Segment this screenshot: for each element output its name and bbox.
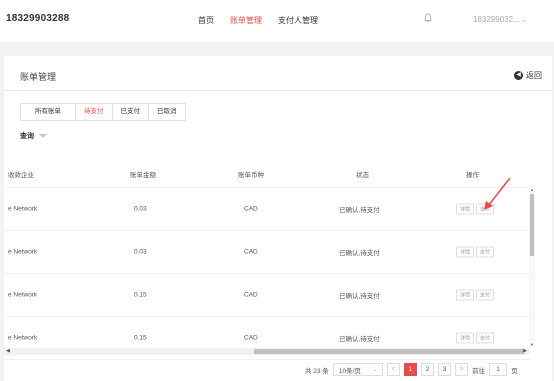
header-company: 收款企业 [8, 171, 34, 179]
horizontal-scroll-thumb[interactable] [254, 349, 524, 354]
total-count: 共 23 条 [305, 367, 329, 375]
cell-currency: CAD [244, 334, 258, 342]
goto-page-input[interactable]: 1 [489, 363, 508, 376]
table-row: e Network 0.03 CAD 已确认,待支付 详情 支付 [4, 231, 532, 274]
cell-amount: 0.15 [134, 334, 147, 342]
table-row: e Network 0.03 CAD 已确认,待支付 详情 支付 [4, 188, 532, 231]
page-1-button[interactable]: 1 [404, 363, 418, 376]
cell-status: 已确认,待支付 [339, 293, 380, 300]
cell-amount: 0.03 [134, 205, 147, 213]
vertical-scrollbar[interactable]: ▲ ▼ [529, 186, 535, 348]
bills-table: 收款企业 账单金额 账单币种 状态 操作 e Network 0.03 CAD … [4, 160, 532, 360]
prev-page-button[interactable]: < [387, 363, 401, 376]
details-button[interactable]: 详情 [456, 203, 475, 215]
goto-label: 前往 [472, 367, 486, 375]
cell-status: 已确认,待支付 [339, 207, 380, 214]
query-label: 查询 [20, 133, 34, 140]
pay-button[interactable]: 支付 [476, 332, 495, 344]
vertical-scroll-thumb[interactable] [530, 194, 534, 256]
pay-button[interactable]: 支付 [476, 289, 495, 301]
tab-pending[interactable]: 待支付 [76, 104, 113, 120]
user-menu[interactable]: 183299032... ⌄ [473, 15, 528, 24]
top-bar: 18329903288 首页 账单管理 支付人管理 183299032... ⌄ [0, 0, 554, 42]
scroll-right-icon[interactable]: ▶ [523, 348, 527, 354]
page-2-button[interactable]: 2 [421, 363, 435, 376]
pay-button[interactable]: 支付 [476, 246, 495, 258]
main-card: 账单管理 ◀ 返回 所有账单 待支付 已支付 已取消 查询 收款企业 账单金额 … [4, 56, 552, 381]
scroll-up-icon[interactable]: ▲ [530, 187, 534, 192]
cell-amount: 0.03 [134, 248, 147, 256]
details-button[interactable]: 详情 [456, 246, 475, 258]
main-nav: 首页 账单管理 支付人管理 [198, 15, 334, 26]
tab-all-bills[interactable]: 所有账单 [21, 104, 76, 120]
cell-actions: 详情 支付 [456, 289, 495, 301]
page-size-select[interactable]: 10条/页 ⌄ [332, 363, 384, 376]
header-currency: 账单币种 [238, 171, 264, 179]
horizontal-scrollbar[interactable]: ◀ ▶ [4, 348, 529, 355]
cell-actions: 详情 支付 [456, 246, 495, 258]
annotation-arrow-icon [484, 177, 511, 210]
nav-payer-management[interactable]: 支付人管理 [278, 15, 318, 26]
chevron-down-icon: ⌄ [521, 17, 528, 24]
page-size-value: 10条/页 [338, 367, 361, 375]
page-title: 账单管理 [20, 72, 57, 82]
nav-home[interactable]: 首页 [198, 15, 214, 26]
cell-company: e Network [8, 205, 38, 213]
back-arrow-icon: ◀ [514, 71, 523, 80]
account-number: 18329903288 [6, 13, 70, 24]
details-button[interactable]: 详情 [456, 289, 475, 301]
cell-currency: CAD [244, 248, 258, 256]
cell-status: 已确认,待支付 [339, 250, 380, 257]
back-label: 返回 [526, 71, 542, 80]
cell-currency: CAD [244, 291, 258, 299]
cell-company: e Network [8, 291, 38, 299]
chevron-down-icon: ⌄ [372, 366, 378, 373]
header-status: 状态 [356, 171, 369, 179]
bill-tabs: 所有账单 待支付 已支付 已取消 [20, 103, 186, 121]
caret-down-icon [39, 134, 47, 138]
query-toggle[interactable]: 查询 [20, 131, 47, 141]
cell-company: e Network [8, 334, 38, 342]
cell-amount: 0.15 [134, 291, 147, 299]
cell-status: 已确认,待支付 [339, 336, 380, 343]
tab-paid[interactable]: 已支付 [113, 104, 149, 120]
bell-icon[interactable] [424, 13, 432, 23]
scroll-down-icon[interactable]: ▼ [530, 342, 534, 347]
table-header: 收款企业 账单金额 账单币种 状态 操作 [4, 160, 532, 188]
details-button[interactable]: 详情 [456, 332, 475, 344]
scroll-left-icon[interactable]: ◀ [6, 348, 10, 354]
divider [4, 90, 552, 91]
header-amount: 账单金额 [130, 171, 156, 179]
tab-cancelled[interactable]: 已取消 [149, 104, 185, 120]
page-unit: 页 [511, 367, 518, 375]
nav-bill-management[interactable]: 账单管理 [230, 15, 262, 26]
cell-actions: 详情 支付 [456, 332, 495, 344]
cell-company: e Network [8, 248, 38, 256]
pagination: 共 23 条 10条/页 ⌄ < 1 2 3 > 前往 1 页 [305, 363, 518, 376]
back-button[interactable]: ◀ 返回 [514, 70, 542, 81]
cell-currency: CAD [244, 205, 258, 213]
next-page-button[interactable]: > [455, 363, 469, 376]
user-name: 183299032... [473, 15, 520, 24]
page-3-button[interactable]: 3 [438, 363, 452, 376]
table-row: e Network 0.15 CAD 已确认,待支付 详情 支付 [4, 274, 532, 317]
